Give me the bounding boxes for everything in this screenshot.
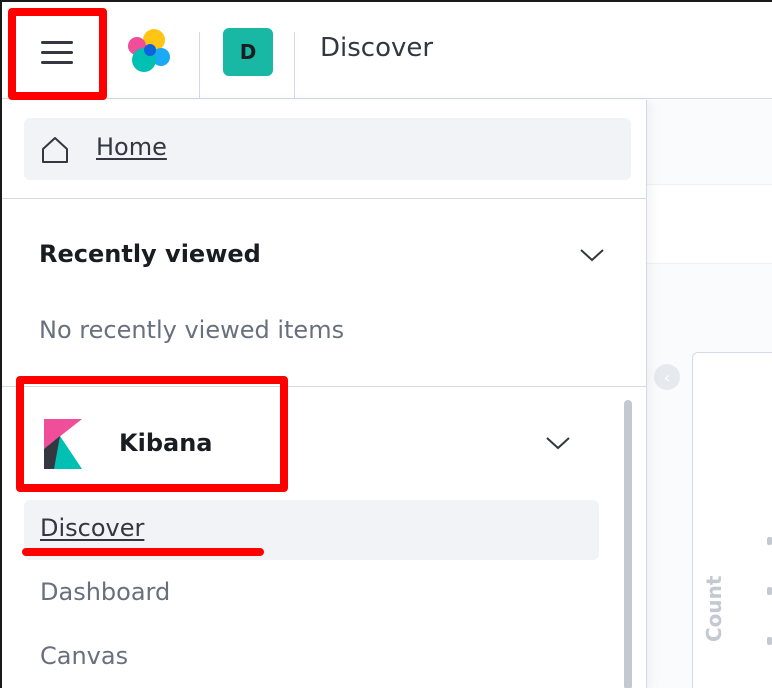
chevron-down-icon[interactable] (577, 245, 607, 265)
nav-item-label: Discover (40, 514, 145, 542)
top-header: D Discover (2, 2, 772, 99)
menu-icon-bar (41, 60, 73, 64)
menu-icon (41, 40, 73, 44)
kibana-logo-icon (44, 419, 82, 469)
recently-viewed-empty-text: No recently viewed items (39, 316, 345, 344)
nav-item-label: Canvas (40, 642, 129, 670)
recently-viewed-title[interactable]: Recently viewed (39, 240, 261, 268)
chevron-down-icon[interactable] (543, 433, 573, 453)
nav-item-canvas[interactable]: Canvas (24, 628, 599, 688)
nav-scrollbar[interactable] (624, 400, 632, 688)
menu-icon-bar (41, 50, 73, 54)
axis-tick (767, 587, 772, 595)
sidebar-collapse-icon[interactable]: ‹ (654, 364, 680, 390)
header-separator (199, 32, 200, 98)
navigation-drawer: Home Recently viewed No recently viewed … (2, 100, 647, 688)
home-link[interactable]: Home (24, 118, 631, 180)
space-avatar[interactable]: D (223, 28, 273, 76)
axis-tick (767, 537, 772, 545)
nav-item-label: Dashboard (40, 578, 171, 606)
highlight-discover-underline (22, 548, 264, 556)
nav-item-dashboard[interactable]: Dashboard (24, 564, 599, 624)
menu-toggle-button[interactable] (18, 18, 96, 86)
axis-tick (767, 637, 772, 645)
home-icon (42, 137, 68, 163)
app-window: D Discover ‹ Count Home Recently viewed … (2, 2, 772, 688)
breadcrumb: Discover (320, 33, 434, 63)
nav-divider (2, 198, 647, 199)
home-label: Home (96, 133, 167, 161)
elastic-logo-icon[interactable] (124, 26, 174, 76)
background-band (647, 184, 772, 264)
y-axis-label: Count (702, 575, 726, 642)
header-separator (294, 32, 295, 98)
kibana-group-header[interactable]: Kibana (22, 385, 282, 485)
kibana-group-title: Kibana (119, 429, 213, 457)
